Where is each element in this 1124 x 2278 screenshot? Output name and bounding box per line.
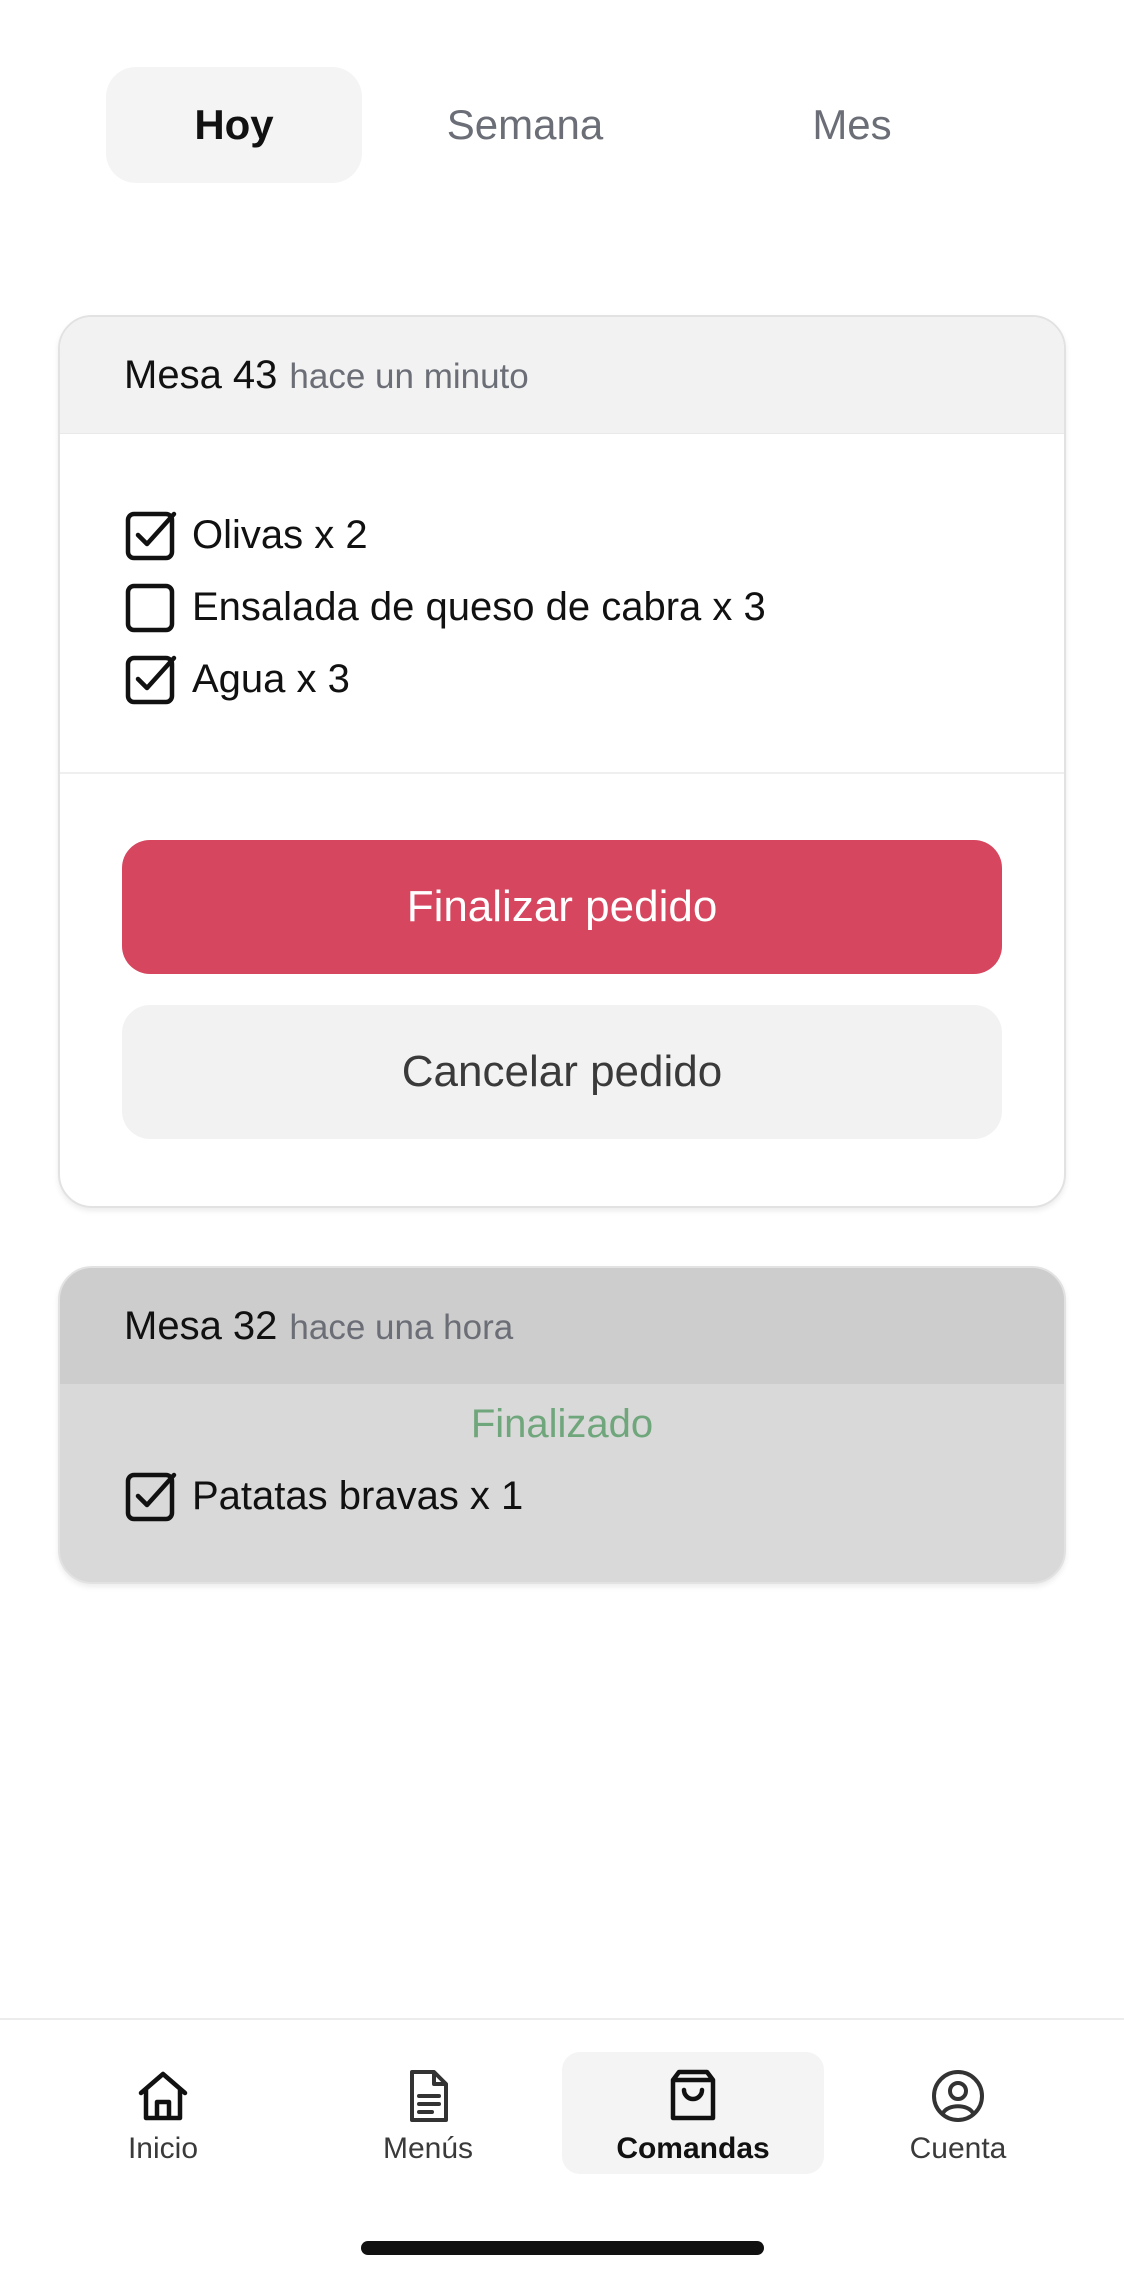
home-icon: [138, 2071, 188, 2121]
nav-label: Menús: [382, 2132, 474, 2165]
nav-label: Cuenta: [909, 2132, 1007, 2165]
order-item-label: Ensalada de queso de cabra x 3: [192, 584, 766, 629]
tab-mes[interactable]: Mes: [688, 67, 1016, 183]
nav-label: Comandas: [616, 2132, 770, 2165]
order-table: Mesa 32: [124, 1303, 278, 1348]
tab-hoy[interactable]: Hoy: [106, 67, 362, 183]
nav-item-comandas[interactable]: Comandas: [562, 2052, 824, 2174]
order-items-list: Olivas x 2 Ensalada de queso de cabra x …: [60, 434, 1064, 774]
tab-semana[interactable]: Semana: [362, 67, 688, 183]
order-card-finished: Mesa 32 hace una hora Finalizado Patatas…: [58, 1266, 1066, 1584]
order-item-label: Agua x 3: [192, 656, 350, 701]
order-item-label: Olivas x 2: [192, 512, 368, 557]
checkbox-checked-icon[interactable]: [124, 508, 178, 562]
checkbox-checked-icon[interactable]: [124, 652, 178, 706]
cancel-order-button[interactable]: Cancelar pedido: [122, 1005, 1002, 1139]
nav-label: Inicio: [127, 2132, 199, 2165]
nav-item-inicio[interactable]: Inicio: [32, 2052, 294, 2174]
order-card: Mesa 43 hace un minuto Olivas x 2 Ensala…: [58, 315, 1066, 1208]
nav-item-cuenta[interactable]: Cuenta: [827, 2052, 1089, 2174]
bottom-nav: Inicio Menús Comandas Cuenta: [0, 2018, 1124, 2278]
order-actions: Finalizar pedido Cancelar pedido: [60, 774, 1064, 1139]
document-icon: [410, 2070, 448, 2122]
order-time: hace una hora: [289, 1308, 514, 1347]
order-card-header: Mesa 32 hace una hora: [60, 1268, 1064, 1384]
order-items-list: Patatas bravas x 1: [60, 1460, 1064, 1532]
order-item[interactable]: Agua x 3: [124, 643, 1064, 715]
period-tabs: Hoy Semana Mes: [106, 67, 1026, 183]
order-item-label: Patatas bravas x 1: [192, 1473, 524, 1518]
checkbox-unchecked-icon[interactable]: [124, 580, 178, 634]
shopping-bag-icon: [670, 2069, 716, 2121]
order-item[interactable]: Patatas bravas x 1: [124, 1460, 1064, 1532]
home-indicator: [361, 2241, 764, 2255]
order-card-header: Mesa 43 hace un minuto: [60, 317, 1064, 434]
orders-screen: Hoy Semana Mes Mesa 43 hace un minuto Ol…: [0, 0, 1124, 2278]
finish-order-button[interactable]: Finalizar pedido: [122, 840, 1002, 974]
order-item[interactable]: Olivas x 2: [124, 499, 1064, 571]
nav-item-menus[interactable]: Menús: [297, 2052, 559, 2174]
checkbox-checked-icon[interactable]: [124, 1469, 178, 1523]
order-item[interactable]: Ensalada de queso de cabra x 3: [124, 571, 1064, 643]
order-time: hace un minuto: [289, 357, 529, 396]
status-badge: Finalizado: [470, 1402, 654, 1446]
order-table: Mesa 43: [124, 352, 278, 397]
user-circle-icon: [932, 2070, 984, 2122]
